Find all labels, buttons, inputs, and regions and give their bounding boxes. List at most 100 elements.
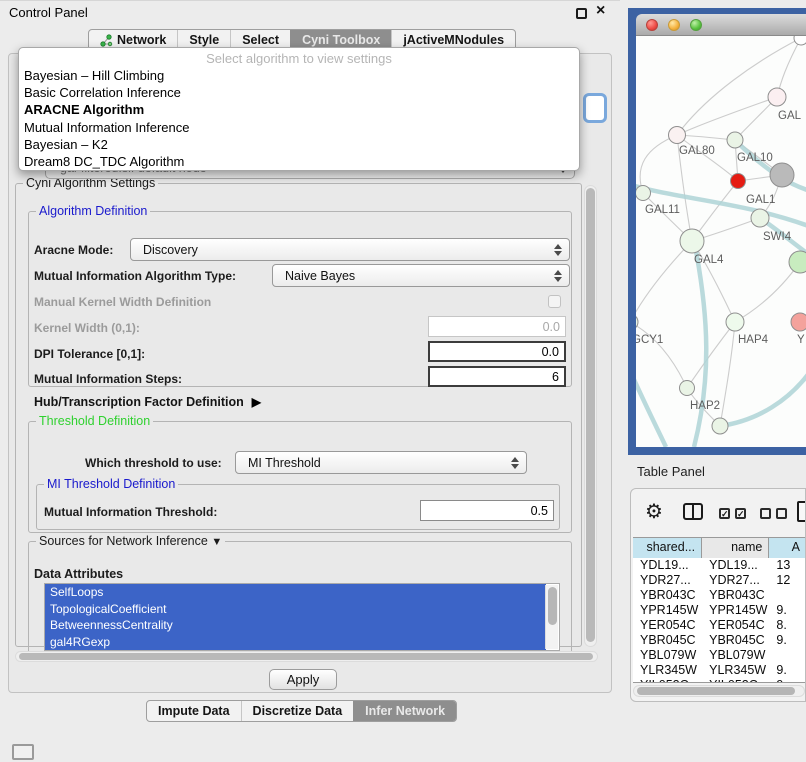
network-window-titlebar[interactable] (636, 14, 806, 36)
column-header-a[interactable]: A (769, 538, 806, 558)
algorithm-dropdown-popup: Select algorithm to view settings Bayesi… (18, 47, 580, 171)
attribute-item-gal4rgexp[interactable]: gal4RGexp (45, 634, 546, 651)
table-row[interactable]: YDL19...YDL19...13 (633, 558, 806, 573)
table-cell: 12 (769, 573, 806, 588)
aracne-mode-combobox[interactable]: Discovery (130, 238, 570, 261)
table-cell: 9. (769, 663, 806, 678)
collapsed-panel-button[interactable] (12, 744, 34, 760)
network-node-gal1[interactable] (731, 174, 746, 189)
table-row[interactable]: YBR043CYBR043C (633, 588, 806, 603)
deselect-checkbox-icon[interactable] (776, 508, 787, 519)
tab-impute-data[interactable]: Impute Data (147, 701, 241, 721)
table-cell (769, 648, 806, 663)
network-node-14[interactable] (712, 418, 728, 434)
document-icon[interactable] (797, 501, 806, 522)
table-cell: YDL19... (633, 558, 702, 573)
group-title: Algorithm Definition (36, 204, 150, 218)
table-cell: YPR145W (702, 603, 769, 618)
table-cell: YBR043C (633, 588, 702, 603)
network-node-hap4[interactable] (726, 313, 744, 331)
dpi-tolerance-field[interactable] (428, 341, 566, 362)
algorithm-option-basic-correlation-inference[interactable]: Basic Correlation Inference (19, 84, 579, 101)
manual-kernel-checkbox[interactable] (548, 295, 561, 308)
network-node-gal4[interactable] (680, 229, 704, 253)
mi-threshold-label: Mutual Information Threshold: (44, 505, 217, 519)
kernel-width-field[interactable] (428, 316, 566, 337)
attribute-item-topologicalcoefficient[interactable]: TopologicalCoefficient (45, 601, 546, 618)
table-row[interactable]: YPR145WYPR145W9. (633, 603, 806, 618)
table-cell (769, 588, 806, 603)
select-all-checkbox-icon[interactable]: ✓ (719, 508, 730, 519)
data-attributes-listbox[interactable]: SelfLoopsTopologicalCoefficientBetweenne… (44, 583, 560, 651)
network-node-gal10[interactable] (727, 132, 743, 148)
network-node-gcy1[interactable] (636, 314, 638, 330)
listbox-scrollbar[interactable] (545, 585, 558, 649)
node-label: HAP2 (690, 400, 720, 412)
settings-vertical-scrollbar[interactable] (584, 185, 597, 647)
gear-icon[interactable]: ⚙ (645, 499, 663, 524)
algorithm-option-mutual-information-inference[interactable]: Mutual Information Inference (19, 119, 579, 136)
network-canvas[interactable]: GALGAL80GAL10GAL1GAL11SWI4GAL4GCY1HAP4YH… (636, 36, 806, 447)
table-row[interactable]: YDR27...YDR27...12 (633, 573, 806, 588)
algorithm-option-bayesian-hill-climbing[interactable]: Bayesian – Hill Climbing (19, 67, 579, 84)
table-cell: YDR27... (702, 573, 769, 588)
dpi-tolerance-label: DPI Tolerance [0,1]: (34, 347, 145, 361)
node-label: HAP4 (738, 334, 769, 346)
mi-steps-field[interactable] (428, 366, 566, 387)
network-node-gal80[interactable] (669, 127, 686, 144)
mi-threshold-field[interactable] (420, 500, 554, 521)
float-window-icon[interactable] (576, 8, 587, 19)
bottom-tab-bar: Impute Data Discretize Data Infer Network (146, 700, 457, 722)
network-node-gal11[interactable] (636, 186, 651, 201)
select-all-checkbox-icon[interactable]: ✓ (735, 508, 746, 519)
attribute-item-betweennesscentrality[interactable]: BetweennessCentrality (45, 617, 546, 634)
table-cell: YBL079W (633, 648, 702, 663)
combo-arrows-icon (554, 269, 562, 283)
table-cell: YBR045C (633, 633, 702, 648)
table-row[interactable]: YLR345WYLR345W9. (633, 663, 806, 678)
algorithm-option-dream8-dc-tdc-algorithm[interactable]: Dream8 DC_TDC Algorithm (19, 153, 579, 170)
settings-horizontal-scrollbar[interactable] (15, 651, 598, 662)
deselect-checkbox-icon[interactable] (760, 508, 771, 519)
close-traffic-light-icon[interactable] (646, 19, 658, 31)
network-node-5[interactable] (770, 163, 794, 187)
table-cell: YBR045C (702, 633, 769, 648)
network-node-hap2[interactable] (680, 381, 695, 396)
network-node-swi4[interactable] (751, 209, 769, 227)
window-title: Control Panel (9, 5, 88, 20)
attribute-item-selfloops[interactable]: SelfLoops (45, 584, 546, 601)
table-row[interactable]: YIL052CYIL052C9 (633, 678, 806, 683)
column-header-shared[interactable]: shared... (633, 538, 702, 558)
mi-type-value: Naive Bayes (285, 269, 355, 283)
table-horizontal-scrollbar[interactable] (633, 685, 805, 697)
split-columns-icon[interactable] (683, 503, 703, 520)
zoom-traffic-light-icon[interactable] (690, 19, 702, 31)
network-node-9[interactable] (789, 251, 806, 273)
network-node-0[interactable] (794, 36, 806, 45)
table-row[interactable]: YBR045CYBR045C9. (633, 633, 806, 648)
tab-discretize-data[interactable]: Discretize Data (241, 701, 354, 721)
table-row[interactable]: YER054CYER054C8. (633, 618, 806, 633)
column-header-name[interactable]: name (702, 538, 769, 558)
apply-button[interactable]: Apply (269, 669, 337, 690)
which-threshold-label: Which threshold to use: (85, 456, 222, 470)
node-label: GCY1 (636, 334, 663, 346)
collapse-down-icon: ▼ (211, 536, 222, 548)
tab-label: Discretize Data (253, 701, 343, 722)
control-panel-window: Control Panel × NetworkStyleSelectCyni T… (0, 0, 620, 726)
table-row[interactable]: YBL079WYBL079W (633, 648, 806, 663)
algorithm-option-bayesian-k2[interactable]: Bayesian – K2 (19, 136, 579, 153)
mi-type-combobox[interactable]: Naive Bayes (272, 264, 570, 287)
table-cell: YIL052C (633, 678, 702, 683)
algorithm-option-aracne-algorithm[interactable]: ARACNE Algorithm (19, 101, 579, 118)
table-cell: YBL079W (702, 648, 769, 663)
hub-definition-expander[interactable]: Hub/Transcription Factor Definition▶ (34, 395, 261, 409)
sources-collapse-header[interactable]: Sources for Network Inference ▼ (36, 534, 225, 548)
node-label: GAL11 (645, 204, 680, 216)
which-threshold-combobox[interactable]: MI Threshold (235, 451, 527, 474)
network-node-gal[interactable] (768, 88, 786, 106)
tab-infer-network[interactable]: Infer Network (353, 701, 456, 721)
minimize-traffic-light-icon[interactable] (668, 19, 680, 31)
close-icon[interactable]: × (596, 1, 605, 21)
network-node-y[interactable] (791, 313, 806, 331)
